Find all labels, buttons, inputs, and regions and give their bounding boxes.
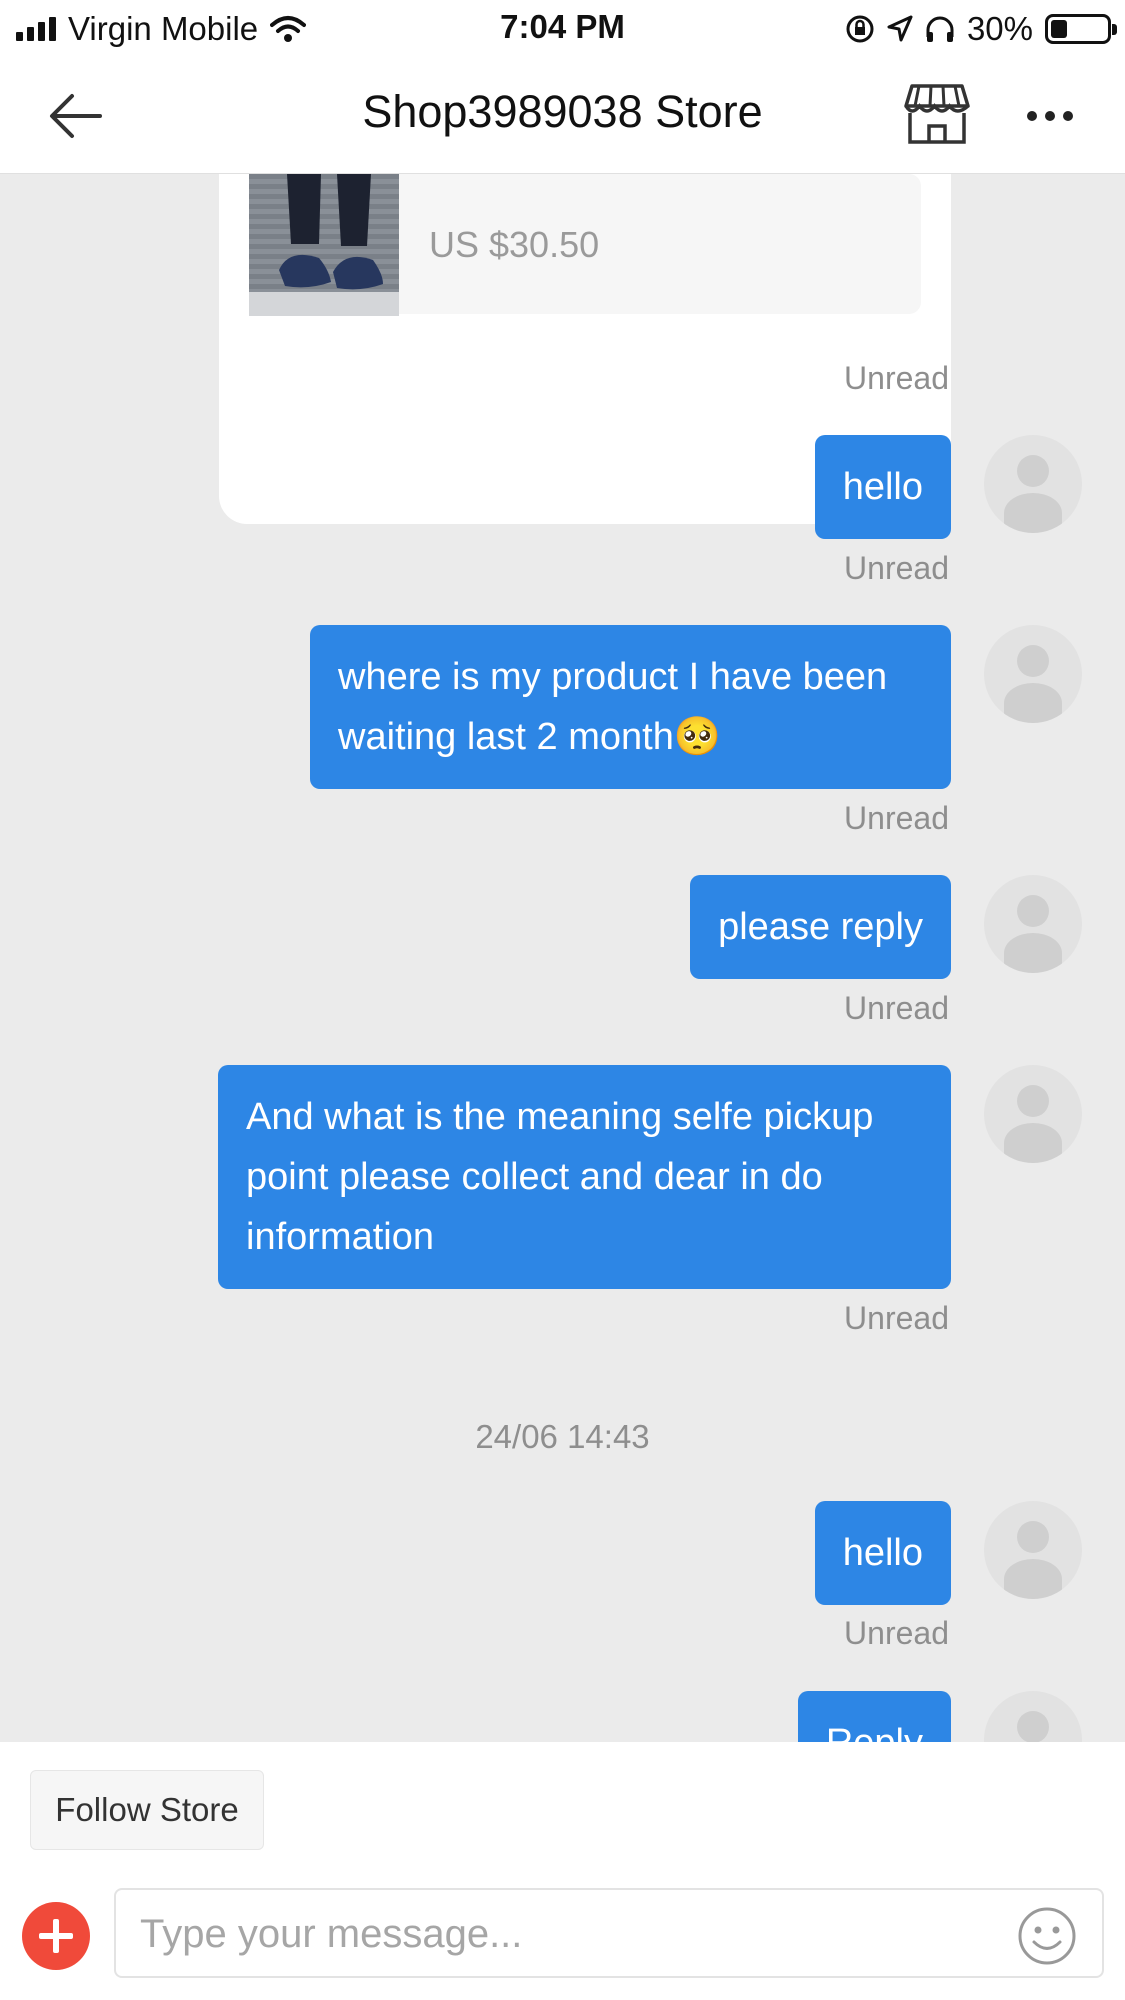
product-price: US $30.50 bbox=[429, 224, 600, 265]
message-bubble[interactable]: please reply bbox=[690, 875, 951, 979]
carrier-label: Virgin Mobile bbox=[68, 10, 259, 47]
avatar[interactable] bbox=[984, 875, 1082, 973]
message-status: Unread bbox=[844, 1615, 949, 1651]
location-icon bbox=[887, 15, 913, 42]
more-icon[interactable] bbox=[1020, 86, 1080, 146]
wifi-icon bbox=[270, 16, 307, 42]
battery-icon bbox=[1045, 14, 1117, 44]
emoji-icon[interactable] bbox=[1016, 1905, 1078, 1967]
avatar[interactable] bbox=[984, 625, 1082, 723]
header: Shop3989038 Store bbox=[0, 58, 1125, 174]
message-bubble[interactable]: hello bbox=[814, 435, 951, 539]
avatar[interactable] bbox=[984, 1501, 1082, 1599]
message-status: Unread bbox=[844, 1300, 949, 1336]
signal-icon bbox=[16, 17, 56, 41]
chat-area[interactable]: US $30.50 Unread hello Unread where is m… bbox=[0, 174, 1125, 1742]
message-input-box[interactable] bbox=[114, 1888, 1104, 1978]
store-icon[interactable] bbox=[902, 82, 972, 146]
message-status: Unread bbox=[844, 800, 949, 836]
follow-store-button[interactable]: Follow Store bbox=[30, 1770, 264, 1850]
status-left: Virgin Mobile bbox=[16, 8, 307, 50]
add-icon[interactable] bbox=[22, 1902, 90, 1970]
message-bubble[interactable]: hello bbox=[814, 1501, 951, 1605]
chat-timestamp: 24/06 14:43 bbox=[475, 1418, 650, 1455]
product-image[interactable] bbox=[249, 174, 399, 316]
message-status: Unread bbox=[844, 360, 949, 396]
status-right: 30% bbox=[845, 8, 1117, 50]
message-bubble[interactable]: And what is the meaning selfe pickup poi… bbox=[218, 1065, 951, 1289]
battery-level bbox=[1051, 20, 1067, 38]
message-input[interactable] bbox=[140, 1900, 1000, 1968]
message-status: Unread bbox=[844, 990, 949, 1026]
rotation-lock-icon bbox=[846, 15, 874, 43]
message-status: Unread bbox=[844, 550, 949, 586]
composer-bar: Follow Store bbox=[0, 1742, 1125, 2000]
message-bubble[interactable]: where is my product I have been waiting … bbox=[310, 625, 951, 789]
headphones-icon bbox=[926, 16, 954, 42]
product-info[interactable]: US $30.50 bbox=[249, 174, 921, 316]
battery-percent: 30% bbox=[966, 10, 1033, 47]
status-bar: Virgin Mobile 7:04 PM 30% bbox=[0, 0, 1125, 58]
avatar[interactable] bbox=[984, 1065, 1082, 1163]
message-bubble[interactable]: Reply bbox=[797, 1691, 951, 1742]
avatar[interactable] bbox=[984, 1691, 1082, 1742]
avatar[interactable] bbox=[984, 435, 1082, 533]
